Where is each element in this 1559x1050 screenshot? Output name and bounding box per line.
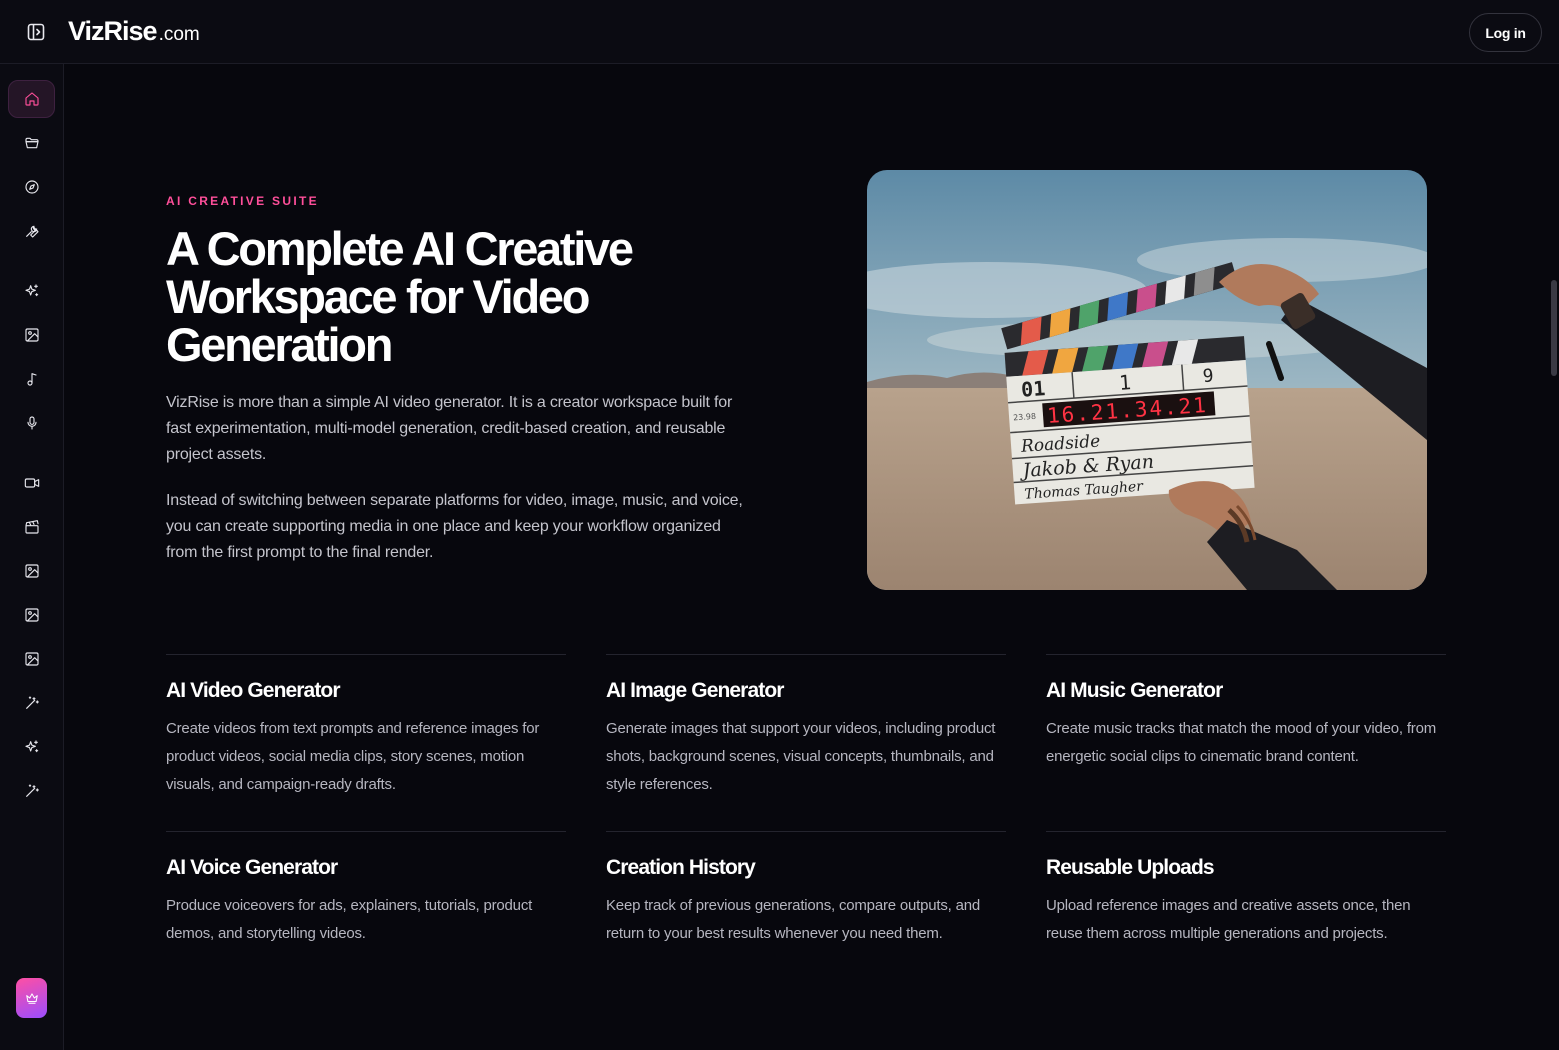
feature-title: AI Image Generator [606, 679, 784, 702]
video-camera-icon [24, 478, 39, 488]
sidebar-toggle-icon[interactable] [24, 20, 48, 44]
feature-description: Create videos from text prompts and refe… [166, 720, 540, 793]
feature-description: Upload reference images and creative ass… [1046, 897, 1411, 942]
sidebar-item-home[interactable] [8, 80, 55, 118]
sidebar-item-tools[interactable] [8, 212, 55, 250]
sparkles-icon [24, 284, 38, 297]
image-icon [24, 608, 39, 622]
logo[interactable]: VizRise .com [68, 16, 200, 47]
clapperboard-icon [24, 520, 39, 534]
image-icon [24, 564, 39, 578]
sparkles-icon [24, 740, 38, 753]
feature-card-video: AI Video Generator Create videos from te… [166, 654, 566, 799]
sidebar-item-image[interactable] [8, 316, 55, 354]
sidebar-item-clips[interactable] [8, 508, 55, 546]
feature-card-music: AI Music Generator Create music tracks t… [1046, 654, 1446, 771]
logo-tld: .com [158, 24, 200, 45]
sidebar-item-magic-2[interactable] [8, 772, 55, 810]
feature-title: Reusable Uploads [1046, 856, 1215, 879]
slate-roll: 9 [1202, 365, 1214, 387]
compass-icon [24, 180, 39, 194]
feature-card-voice: AI Voice Generator Produce voiceovers fo… [166, 831, 566, 948]
scrollbar-thumb[interactable] [1551, 280, 1557, 376]
top-bar: VizRise .com Log in [0, 0, 1559, 64]
feature-description: Create music tracks that match the mood … [1046, 720, 1437, 765]
image-icon [24, 328, 39, 342]
folder-icon [24, 137, 39, 149]
home-icon [24, 92, 39, 106]
feature-description: Keep track of previous generations, comp… [606, 897, 981, 942]
slate-scene: 1 [1118, 370, 1132, 395]
hero-paragraph-2: Instead of switching between separate pl… [166, 492, 743, 561]
magic-wand-icon [25, 784, 39, 797]
sidebar [0, 64, 64, 1050]
slate-fps: 23.98 [1013, 412, 1036, 423]
hero-title: A Complete AI Creative Workspace for Vid… [166, 222, 634, 371]
hero-image: 01 1 9 23.98 16.21.34.21 Roadside Jakob … [867, 170, 1427, 590]
feature-card-uploads: Reusable Uploads Upload reference images… [1046, 831, 1446, 948]
sidebar-item-image-2[interactable] [8, 552, 55, 590]
feature-description: Produce voiceovers for ads, explainers, … [166, 897, 533, 942]
sidebar-item-magic[interactable] [8, 684, 55, 722]
main-content: AI CREATIVE SUITE A Complete AI Creative… [64, 64, 1559, 1050]
feature-title: Creation History [606, 856, 756, 879]
premium-button[interactable] [16, 978, 47, 1018]
image-icon [24, 652, 39, 666]
sidebar-item-explore[interactable] [8, 168, 55, 206]
sidebar-item-image-3[interactable] [8, 596, 55, 634]
hero-eyebrow: AI CREATIVE SUITE [166, 194, 319, 208]
feature-card-history: Creation History Keep track of previous … [606, 831, 1006, 948]
magic-wand-icon [25, 696, 39, 709]
feature-card-image: AI Image Generator Generate images that … [606, 654, 1006, 799]
sidebar-item-video[interactable] [8, 464, 55, 502]
login-button[interactable]: Log in [1469, 13, 1542, 52]
feature-title: AI Voice Generator [166, 856, 338, 879]
sidebar-item-ai-tools[interactable] [8, 272, 55, 310]
music-note-icon [26, 373, 37, 386]
hero-paragraph-1: VizRise is more than a simple AI video g… [166, 394, 733, 463]
sidebar-item-projects[interactable] [8, 124, 55, 162]
feature-title: AI Music Generator [1046, 679, 1223, 702]
sidebar-item-effects[interactable] [8, 728, 55, 766]
feature-description: Generate images that support your videos… [606, 720, 996, 793]
sidebar-item-music[interactable] [8, 360, 55, 398]
microphone-icon [26, 416, 37, 430]
logo-main: VizRise [68, 16, 158, 46]
sidebar-item-image-4[interactable] [8, 640, 55, 678]
crown-icon [25, 993, 38, 1004]
wrench-icon [25, 225, 39, 238]
feature-title: AI Video Generator [166, 679, 341, 702]
slate-take: 01 [1020, 376, 1046, 402]
sidebar-item-voice[interactable] [8, 404, 55, 442]
